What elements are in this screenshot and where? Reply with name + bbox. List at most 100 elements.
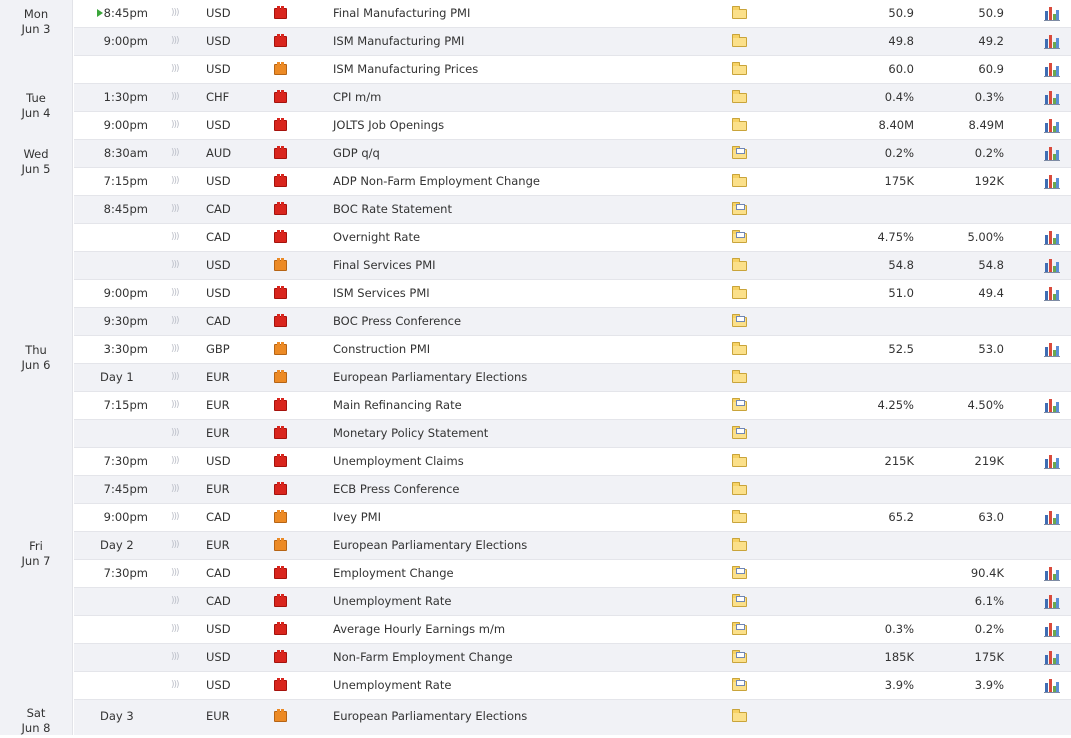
chart-icon[interactable] — [1044, 567, 1060, 581]
event-title[interactable]: Average Hourly Earnings m/m — [333, 616, 713, 643]
event-row[interactable]: 9:00pm))) CAD Ivey PMI 65.2 63.0 — [74, 504, 1071, 532]
chart-icon[interactable] — [1044, 287, 1060, 301]
event-row[interactable]: 7:30pm))) CAD Employment Change 90.4K — [74, 560, 1071, 588]
event-row[interactable]: ))) USD ISM Manufacturing Prices 60.0 60.9 — [74, 56, 1071, 84]
chart-icon[interactable] — [1044, 399, 1060, 413]
folder-icon[interactable] — [732, 258, 747, 271]
event-title[interactable]: BOC Press Conference — [333, 308, 713, 335]
folder-icon[interactable] — [732, 286, 747, 299]
sound-alert-icon[interactable]: ))) — [171, 504, 183, 531]
event-row[interactable]: 1:30pm))) CHF CPI m/m 0.4% 0.3% — [74, 84, 1071, 112]
sound-alert-icon[interactable]: ))) — [171, 112, 183, 139]
folder-icon[interactable] — [732, 482, 747, 495]
event-title[interactable]: Final Manufacturing PMI — [333, 0, 713, 27]
sound-alert-icon[interactable]: ))) — [171, 196, 183, 223]
sound-alert-icon[interactable]: ))) — [171, 280, 183, 307]
event-title[interactable]: Final Services PMI — [333, 252, 713, 279]
report-detail-icon[interactable] — [732, 398, 747, 411]
report-detail-icon[interactable] — [732, 314, 747, 327]
sound-alert-icon[interactable]: ))) — [171, 672, 183, 699]
report-detail-icon[interactable] — [732, 230, 747, 243]
chart-icon[interactable] — [1044, 595, 1060, 609]
folder-icon[interactable] — [732, 62, 747, 75]
folder-icon[interactable] — [732, 6, 747, 19]
event-title[interactable]: European Parliamentary Elections — [333, 364, 713, 391]
event-title[interactable]: Unemployment Claims — [333, 448, 713, 475]
event-title[interactable]: European Parliamentary Elections — [333, 703, 713, 730]
event-row[interactable]: 3:30pm))) GBP Construction PMI 52.5 53.0 — [74, 336, 1071, 364]
sound-alert-icon[interactable]: ))) — [171, 84, 183, 111]
sound-alert-icon[interactable]: ))) — [171, 56, 183, 83]
event-title[interactable]: Construction PMI — [333, 336, 713, 363]
sound-alert-icon[interactable]: ))) — [171, 252, 183, 279]
event-row[interactable]: ))) USD Final Services PMI 54.8 54.8 — [74, 252, 1071, 280]
report-detail-icon[interactable] — [732, 426, 747, 439]
report-detail-icon[interactable] — [732, 650, 747, 663]
folder-icon[interactable] — [732, 342, 747, 355]
event-title[interactable]: Employment Change — [333, 560, 713, 587]
event-row[interactable]: 7:30pm))) USD Unemployment Claims 215K 219K — [74, 448, 1071, 476]
sound-alert-icon[interactable]: ))) — [171, 336, 183, 363]
chart-icon[interactable] — [1044, 651, 1060, 665]
chart-icon[interactable] — [1044, 511, 1060, 525]
chart-icon[interactable] — [1044, 63, 1060, 77]
sound-alert-icon[interactable]: ))) — [171, 392, 183, 419]
report-detail-icon[interactable] — [732, 622, 747, 635]
event-title[interactable]: ISM Manufacturing Prices — [333, 56, 713, 83]
chart-icon[interactable] — [1044, 343, 1060, 357]
event-row[interactable]: Day 3 EUR European Parliamentary Elections — [74, 700, 1071, 735]
sound-alert-icon[interactable]: ))) — [171, 140, 183, 167]
event-title[interactable]: GDP q/q — [333, 140, 713, 167]
event-row[interactable]: 9:30pm))) CAD BOC Press Conference — [74, 308, 1071, 336]
event-row[interactable]: ))) USD Average Hourly Earnings m/m 0.3% 0.2… — [74, 616, 1071, 644]
event-title[interactable]: Overnight Rate — [333, 224, 713, 251]
sound-alert-icon[interactable]: ))) — [171, 168, 183, 195]
sound-alert-icon[interactable]: ))) — [171, 364, 183, 391]
sound-alert-icon[interactable]: ))) — [171, 0, 183, 27]
chart-icon[interactable] — [1044, 35, 1060, 49]
event-title[interactable]: Main Refinancing Rate — [333, 392, 713, 419]
folder-icon[interactable] — [732, 370, 747, 383]
chart-icon[interactable] — [1044, 623, 1060, 637]
sound-alert-icon[interactable]: ))) — [171, 644, 183, 671]
chart-icon[interactable] — [1044, 231, 1060, 245]
report-detail-icon[interactable] — [732, 566, 747, 579]
report-detail-icon[interactable] — [732, 594, 747, 607]
event-row[interactable]: 8:45pm))) USD Final Manufacturing PMI 50.9 5… — [74, 0, 1071, 28]
chart-icon[interactable] — [1044, 119, 1060, 133]
folder-icon[interactable] — [732, 709, 747, 722]
event-row[interactable]: 9:00pm))) USD JOLTS Job Openings 8.40M 8.49M — [74, 112, 1071, 140]
chart-icon[interactable] — [1044, 679, 1060, 693]
event-row[interactable]: 7:15pm))) USD ADP Non-Farm Employment Chan… — [74, 168, 1071, 196]
event-row[interactable]: Day 1))) EUR European Parliamentary Electi… — [74, 364, 1071, 392]
folder-icon[interactable] — [732, 174, 747, 187]
report-detail-icon[interactable] — [732, 202, 747, 215]
event-title[interactable]: Unemployment Rate — [333, 672, 713, 699]
event-row[interactable]: ))) CAD Unemployment Rate 6.1% — [74, 588, 1071, 616]
chart-icon[interactable] — [1044, 455, 1060, 469]
sound-alert-icon[interactable]: ))) — [171, 532, 183, 559]
folder-icon[interactable] — [732, 90, 747, 103]
report-detail-icon[interactable] — [732, 146, 747, 159]
event-title[interactable]: Monetary Policy Statement — [333, 420, 713, 447]
sound-alert-icon[interactable]: ))) — [171, 616, 183, 643]
event-title[interactable]: JOLTS Job Openings — [333, 112, 713, 139]
chart-icon[interactable] — [1044, 7, 1060, 21]
sound-alert-icon[interactable]: ))) — [171, 560, 183, 587]
sound-alert-icon[interactable]: ))) — [171, 588, 183, 615]
event-title[interactable]: ISM Services PMI — [333, 280, 713, 307]
folder-icon[interactable] — [732, 454, 747, 467]
sound-alert-icon[interactable]: ))) — [171, 308, 183, 335]
sound-alert-icon[interactable]: ))) — [171, 476, 183, 503]
folder-icon[interactable] — [732, 538, 747, 551]
event-row[interactable]: ))) USD Non-Farm Employment Change 185K 175K — [74, 644, 1071, 672]
event-title[interactable]: Unemployment Rate — [333, 588, 713, 615]
event-title[interactable]: ADP Non-Farm Employment Change — [333, 168, 713, 195]
event-row[interactable]: 7:15pm))) EUR Main Refinancing Rate 4.25% 4.… — [74, 392, 1071, 420]
event-title[interactable]: European Parliamentary Elections — [333, 532, 713, 559]
event-title[interactable]: ISM Manufacturing PMI — [333, 28, 713, 55]
sound-alert-icon[interactable]: ))) — [171, 28, 183, 55]
event-row[interactable]: 9:00pm))) USD ISM Services PMI 51.0 49.4 — [74, 280, 1071, 308]
folder-icon[interactable] — [732, 34, 747, 47]
event-title[interactable]: CPI m/m — [333, 84, 713, 111]
